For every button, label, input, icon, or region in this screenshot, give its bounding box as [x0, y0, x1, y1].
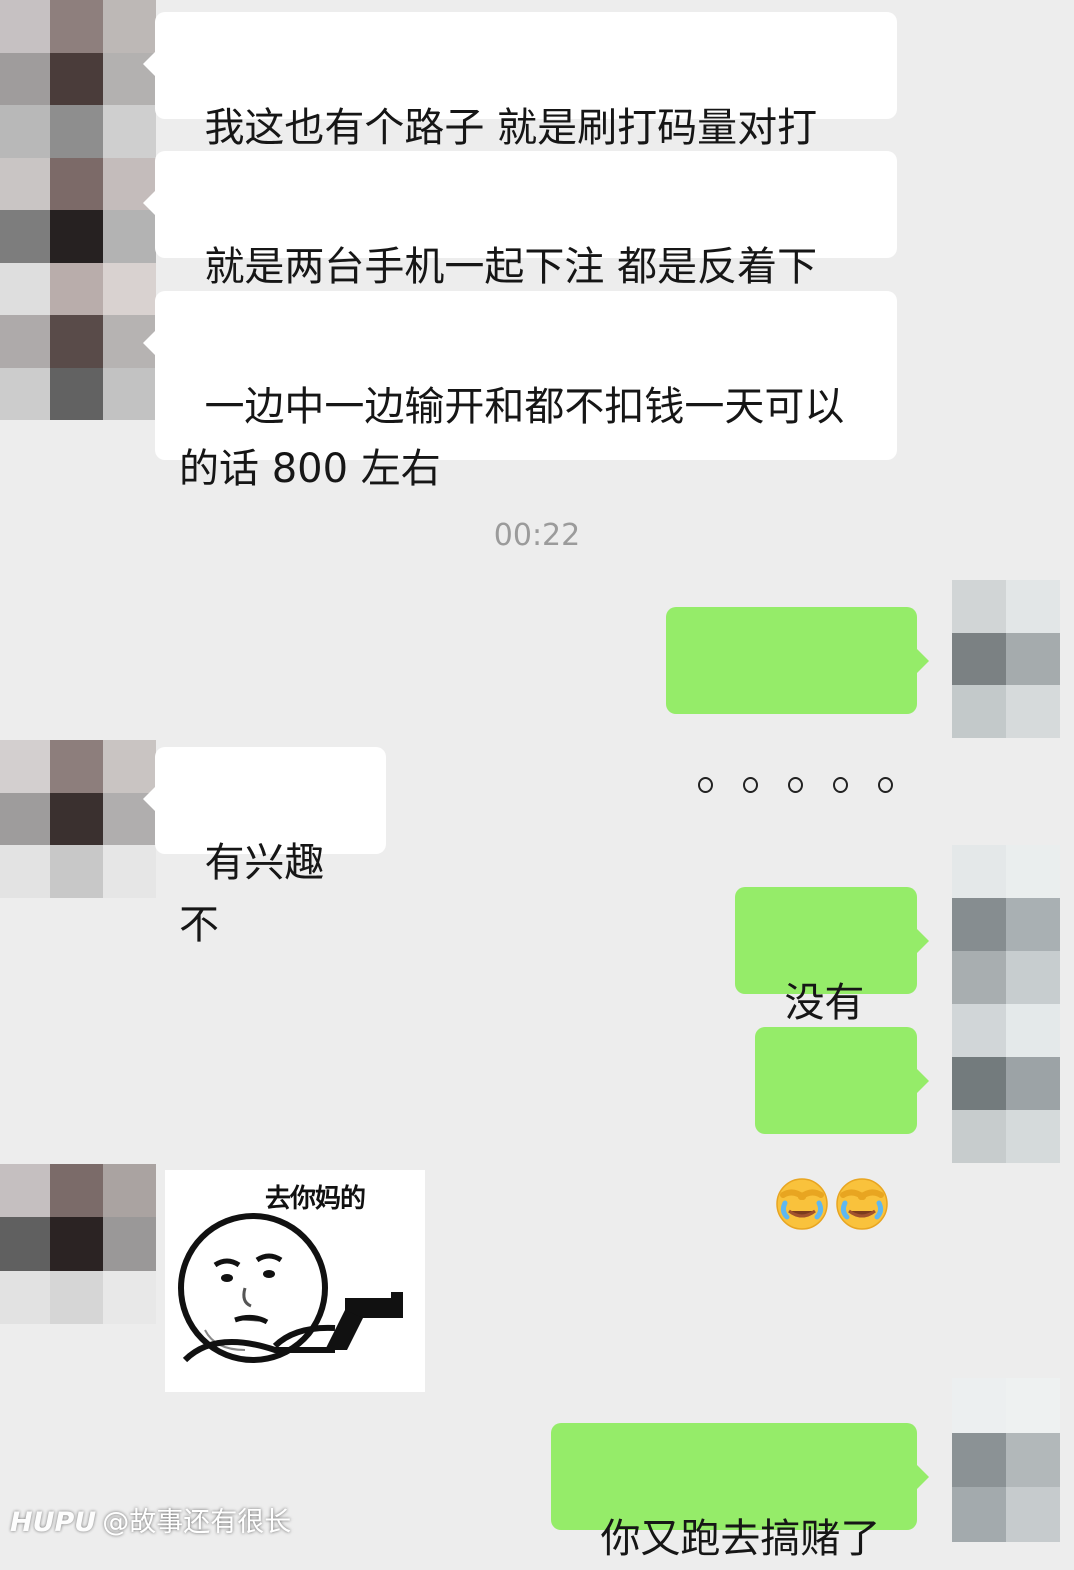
my-avatar[interactable] — [952, 845, 1060, 1163]
message-timestamp: 00:22 — [493, 518, 581, 553]
message-text: 一边中一边输开和都不扣钱一天可以的话 800 左右 — [179, 384, 845, 492]
incoming-message[interactable]: 我这也有个路子 就是刷打码量对打 — [143, 12, 897, 151]
facepalm-cry-emoji — [776, 1178, 828, 1230]
meme-face-with-gun-icon — [178, 1213, 403, 1363]
message-text: 有兴趣不 — [179, 840, 325, 948]
contact-avatar[interactable] — [0, 1164, 156, 1324]
watermark-handle: @故事还有很长 — [102, 1507, 292, 1538]
incoming-message[interactable]: 就是两台手机一起下注 都是反着下 — [143, 151, 897, 290]
outgoing-emoji-message[interactable] — [755, 1027, 929, 1230]
outgoing-message[interactable] — [666, 607, 929, 793]
watermark-brand: HUPU — [10, 1507, 97, 1538]
contact-avatar[interactable] — [0, 0, 156, 420]
contact-avatar[interactable] — [0, 740, 156, 899]
outgoing-message[interactable]: 你又跑去搞赌了 — [551, 1423, 929, 1562]
meme-sticker[interactable]: 去你妈的 — [165, 1170, 425, 1392]
incoming-message[interactable]: 一边中一边输开和都不扣钱一天可以的话 800 左右 — [143, 291, 897, 492]
message-text: 就是两台手机一起下注 都是反着下 — [204, 244, 818, 290]
message-text: 我这也有个路子 就是刷打码量对打 — [204, 105, 818, 151]
facepalm-cry-emoji — [836, 1178, 888, 1230]
watermark: HUPU @故事还有很长 — [10, 1500, 291, 1539]
my-avatar[interactable] — [952, 1378, 1060, 1542]
outgoing-message[interactable]: 没有耶 — [735, 887, 929, 1088]
message-text: 你又跑去搞赌了 — [600, 1516, 881, 1562]
my-avatar[interactable] — [952, 580, 1060, 739]
ellipsis-dots — [690, 754, 893, 816]
incoming-message[interactable]: 有兴趣不 — [143, 747, 386, 948]
